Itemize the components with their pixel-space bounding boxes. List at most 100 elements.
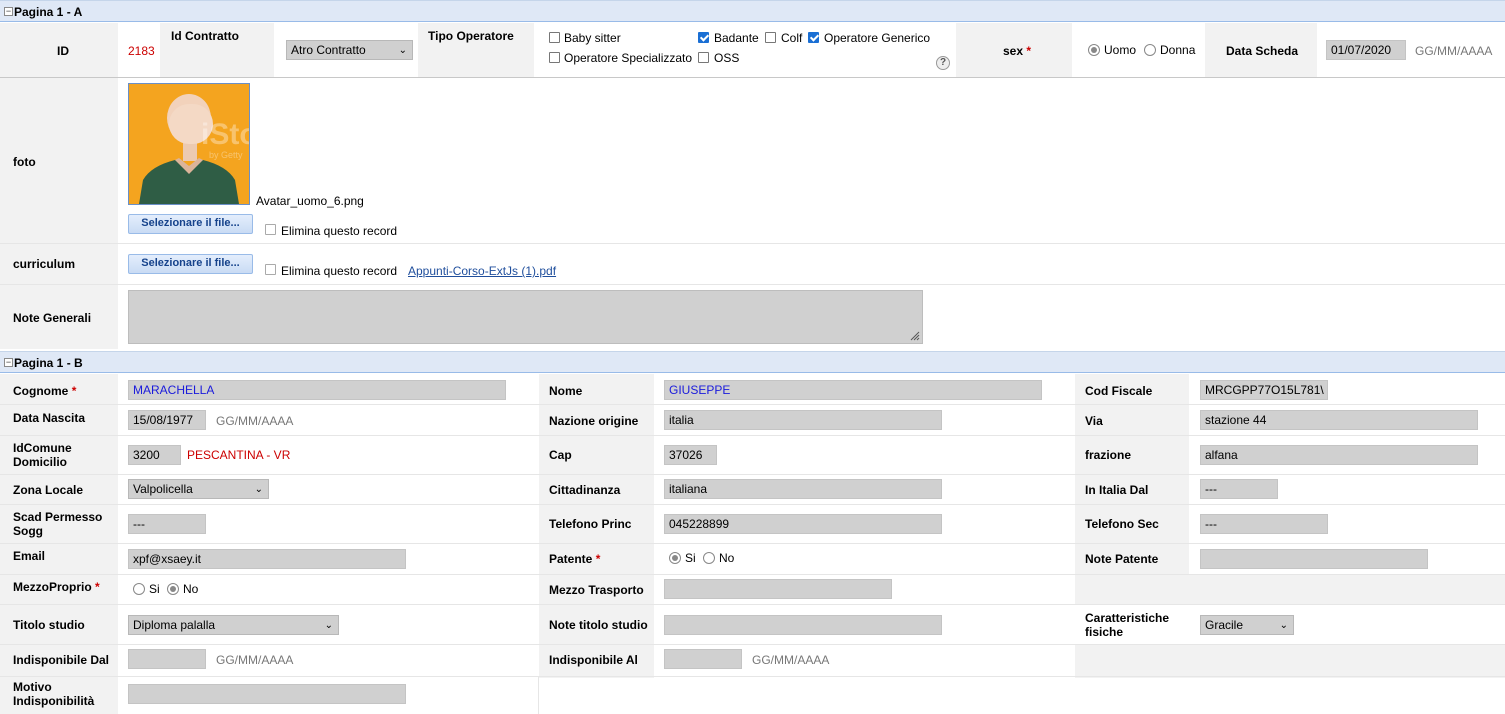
indisp-al-input[interactable] [664,649,742,669]
motivo-input[interactable] [128,684,406,704]
checkbox-colf[interactable] [765,32,776,43]
cittadinanza-input[interactable]: italiana [664,479,942,499]
checkbox-operatore-specializzato[interactable] [549,52,560,63]
divider [0,284,1505,285]
tel-sec-input[interactable]: --- [1200,514,1328,534]
contract-select[interactable]: Atro Contratto ⌄ [286,40,413,60]
chevron-down-icon: ⌄ [398,45,407,56]
nazione-input[interactable]: italia [664,410,942,430]
patente-option-no: No [719,551,735,565]
caratteristiche-value: Gracile [1205,618,1244,632]
radio-patente-no[interactable] [703,552,715,564]
divider [0,504,1505,505]
indisp-dal-hint: GG/MM/AAAA [216,653,294,667]
checkbox-oss[interactable] [698,52,709,63]
collapse-icon[interactable]: − [4,358,13,367]
date-hint: GG/MM/AAAA [1415,44,1493,58]
cod-fiscale-input[interactable]: MRCGPP77O15L781\ [1200,380,1328,400]
foto-select-file-button[interactable]: Selezionare il file... [128,214,253,234]
in-italia-label: In Italia Dal [1085,483,1149,497]
curriculum-delete-label: Elimina questo record [281,264,398,278]
email-input[interactable]: xpf@xsaey.it [128,549,406,569]
caratteristiche-label: Caratteristiche fisiche [1085,611,1169,639]
tel-sec-label: Telefono Sec [1085,517,1159,531]
nome-input[interactable]: GIUSEPPE [664,380,1042,400]
nome-label: Nome [549,384,583,398]
divider [0,543,1505,544]
radio-mezzo-si[interactable] [133,583,145,595]
section-a-header[interactable]: − Pagina 1 - A [0,0,1505,22]
help-icon[interactable]: ? [936,56,950,70]
divider [0,574,1505,575]
chevron-down-icon: ⌄ [254,484,263,495]
divider [0,243,1505,244]
divider [0,435,1505,436]
date-scheda-label: Data Scheda [1226,44,1299,58]
scad-permesso-input[interactable]: --- [128,514,206,534]
via-input[interactable]: stazione 44 [1200,410,1478,430]
curriculum-delete-checkbox[interactable] [265,264,276,275]
foto-delete-checkbox[interactable] [265,224,276,235]
checkbox-operatore-generico[interactable] [808,32,819,43]
radio-donna[interactable] [1144,44,1156,56]
sex-label-text: sex [1003,44,1024,58]
required-marker: * [95,580,100,594]
cap-label: Cap [549,448,572,462]
caratteristiche-select[interactable]: Gracile ⌄ [1200,615,1294,635]
id-value: 2183 [128,44,155,58]
indisp-al-label: Indisponibile Al [549,653,638,667]
section-b-header[interactable]: − Pagina 1 - B [0,351,1505,373]
sex-label: sex * [1003,44,1031,58]
in-italia-input[interactable]: --- [1200,479,1278,499]
checkbox-baby-sitter[interactable] [549,32,560,43]
required-marker: * [595,552,601,566]
cap-input[interactable]: 37026 [664,445,717,465]
caratteristiche-label-2: fisiche [1085,625,1124,639]
mezzo-trasporto-label: Mezzo Trasporto [549,583,644,597]
mezzo-option-no: No [183,582,199,596]
note-patente-input[interactable] [1200,549,1428,569]
section-title: Pagina 1 - B [14,356,83,370]
data-nascita-hint: GG/MM/AAAA [216,414,294,428]
sex-option-uomo: Uomo [1104,43,1137,57]
radio-mezzo-no[interactable] [167,583,179,595]
frazione-input[interactable]: alfana [1200,445,1478,465]
motivo-label-2: Indisponibilità [13,694,95,708]
nazione-label: Nazione origine [549,414,639,428]
mezzo-trasporto-input[interactable] [664,579,892,599]
divider [0,77,1505,78]
zona-select[interactable]: Valpolicella ⌄ [128,479,269,499]
radio-uomo[interactable] [1088,44,1100,56]
curriculum-select-file-button[interactable]: Selezionare il file... [128,254,253,274]
indisp-dal-input[interactable] [128,649,206,669]
idcomune-label-1: IdComune [13,441,72,455]
collapse-icon[interactable]: − [4,7,13,16]
idcomune-input[interactable]: 3200 [128,445,181,465]
idcomune-label: IdComune Domicilio [13,441,72,469]
checkbox-badante[interactable] [698,32,709,43]
note-generali-textarea[interactable] [128,290,923,344]
note-patente-label: Note Patente [1085,552,1159,566]
date-scheda-input[interactable]: 01/07/2020 [1326,40,1406,60]
curriculum-file-link[interactable]: Appunti-Corso-ExtJs (1).pdf [408,264,556,278]
divider [0,474,1505,475]
titolo-select[interactable]: Diploma palalla ⌄ [128,615,339,635]
caratteristiche-label-1: Caratteristiche [1085,611,1170,625]
motivo-label-1: Motivo [13,680,52,694]
data-nascita-input[interactable]: 15/08/1977 [128,410,206,430]
cognome-input[interactable]: MARACHELLA [128,380,506,400]
watermark-sub: by Getty [209,150,243,160]
scad-permesso-label: Scad Permesso Sogg [13,510,102,538]
note-titolo-input[interactable] [664,615,942,635]
foto-label: foto [13,155,36,169]
divider [0,676,1505,677]
sex-option-donna: Donna [1160,43,1196,57]
patente-label: Patente * [549,552,600,566]
radio-patente-si[interactable] [669,552,681,564]
cognome-label-text: Cognome [13,384,69,398]
resize-handle-icon[interactable] [908,329,920,341]
mezzo-proprio-label: MezzoProprio * [13,580,100,594]
empty-cell [1075,574,1505,604]
tel-princ-input[interactable]: 045228899 [664,514,942,534]
scad-permesso-label-2: Sogg [13,524,43,538]
